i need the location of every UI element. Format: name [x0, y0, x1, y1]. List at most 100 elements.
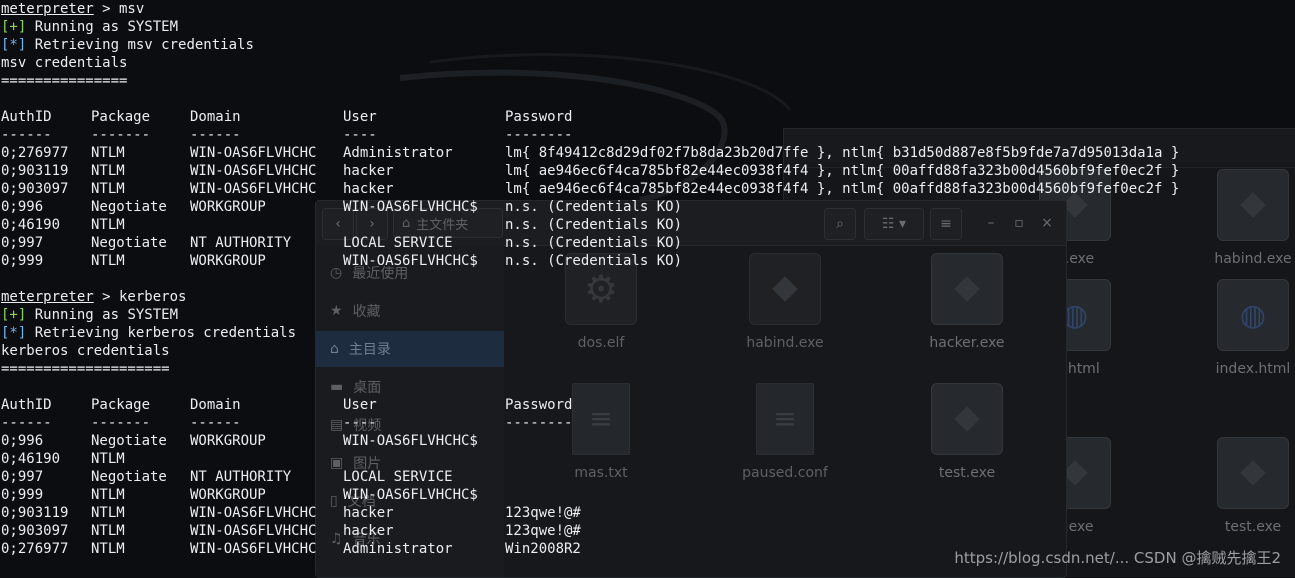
authid-cell: 0;903097 — [1, 181, 69, 197]
menu-button[interactable]: ≡ — [930, 208, 962, 240]
status-text: Retrieving msv credentials — [26, 37, 254, 53]
file-item[interactable]: habind.exe — [730, 253, 840, 351]
terminal-line: msv credentials — [1, 54, 296, 72]
text-file-icon: ≡ — [572, 383, 630, 455]
package-cell: NTLM — [91, 253, 125, 269]
text-file-icon: ≡ — [756, 383, 814, 455]
path-label: 主文件夹 — [416, 217, 469, 233]
package-cell: NTLM — [91, 181, 125, 197]
command-text: > msv — [93, 1, 145, 17]
close-button[interactable]: × — [1032, 208, 1062, 238]
password-cell: lm{ ae946ec6f4ca785bf82e44ec0938f4f4 }, … — [505, 181, 1180, 197]
terminal-line: kerberos credentials — [1, 342, 296, 360]
domain-cell: WORKGROUP — [190, 433, 266, 449]
password-cell: Win2008R2 — [505, 541, 581, 557]
status-tag: [*] — [1, 37, 27, 53]
package-cell: Negotiate — [91, 199, 167, 215]
status-text: Running as SYSTEM — [26, 19, 179, 35]
user-cell: WIN-OAS6FLVHCHC$ — [343, 253, 478, 269]
user-cell: Administrator — [343, 541, 453, 557]
password-cell: n.s. (Credentials KO) — [505, 217, 683, 233]
sidebar-item-icon: ▤ — [330, 417, 344, 433]
hamburger-icon: ≡ — [940, 216, 952, 232]
terminal-line: 0;997 Negotiate NT AUTHORITY LOCAL SERVICE n… — [1, 234, 682, 252]
authid-cell: 0;903119 — [1, 163, 69, 179]
domain-cell: WIN-OAS6FLVHCHC — [190, 523, 317, 539]
sidebar-item-icon: ◷ — [330, 265, 343, 281]
home-icon: ⌂ — [402, 215, 411, 231]
user-cell: hacker — [343, 181, 394, 197]
terminal-line: 0;903119 NTLM WIN-OAS6FLVHCHC hacker 123qwe!… — [1, 504, 581, 522]
user-cell: Administrator — [343, 145, 453, 161]
sidebar-item[interactable]: ⌂ 主目录 — [316, 331, 504, 367]
command-text: > kerberos — [93, 289, 187, 305]
file-item[interactable]: test.exe — [1198, 437, 1295, 535]
user-cell: LOCAL SERVICE — [343, 469, 453, 485]
authid-cell: 0;46190 — [1, 451, 61, 467]
file-item[interactable]: test.exe — [912, 383, 1022, 481]
user-cell: hacker — [343, 163, 394, 179]
terminal-line: ------ ------- ------ ---- -------- — [1, 414, 572, 432]
terminal-line: =============== — [1, 72, 296, 90]
sidebar-item-icon: ⌂ — [330, 341, 339, 357]
file-item[interactable]: ≡ paused.conf — [730, 383, 840, 481]
password-cell: -------- — [505, 415, 573, 431]
authid-cell: 0;276977 — [1, 145, 69, 161]
domain-cell: WIN-OAS6FLVHCHC — [190, 145, 317, 161]
package-cell: Negotiate — [91, 433, 167, 449]
domain-cell: ------ — [190, 415, 241, 431]
sidebar-item-label: 主目录 — [348, 342, 391, 358]
user-cell: ---- — [343, 127, 377, 143]
file-name: test.exe — [938, 465, 996, 481]
package-cell: Negotiate — [91, 235, 167, 251]
file-item[interactable]: habind.exe — [1198, 169, 1295, 267]
terminal-line: 0;276977 NTLM WIN-OAS6FLVHCHC Administrator… — [1, 144, 1179, 162]
terminal-line: 0;999 NTLM WORKGROUP WIN-OAS6FLVHCHC$ — [1, 486, 478, 504]
sidebar-item-label: 桌面 — [353, 380, 382, 396]
file-item[interactable]: hacker.exe — [912, 253, 1022, 351]
exe-icon — [1217, 169, 1289, 241]
password-cell: lm{ ae946ec6f4ca785bf82e44ec0938f4f4 }, … — [505, 163, 1180, 179]
package-cell: ------- — [91, 415, 151, 431]
password-cell: lm{ 8f49412c8d29df02f7b8da23b20d7ffe }, … — [505, 145, 1180, 161]
terminal-line: 0;276977 NTLM WIN-OAS6FLVHCHC Administrator… — [1, 540, 581, 558]
exe-icon — [749, 253, 821, 325]
file-item[interactable]: ◍ index.html — [1198, 279, 1295, 377]
terminal-line: 0;996 Negotiate WORKGROUP WIN-OAS6FLVHCHC$ n… — [1, 198, 682, 216]
authid-cell: 0;999 — [1, 487, 44, 503]
search-button[interactable]: ⌕ — [824, 208, 856, 240]
terminal-output[interactable]: meterpreter > msv [+] Running as SYSTEM [*… — [1, 0, 1179, 558]
exe-icon — [931, 383, 1003, 455]
authid-cell: 0;903097 — [1, 523, 69, 539]
password-cell: 123qwe!@# — [505, 505, 581, 521]
user-cell: User — [343, 109, 377, 125]
terminal-line: [*] Retrieving msv credentials — [1, 36, 296, 54]
user-cell: User — [343, 397, 377, 413]
password-cell: n.s. (Credentials KO) — [505, 235, 683, 251]
view-toggle-button[interactable]: ☷ ▾ — [864, 208, 924, 240]
domain-cell: WORKGROUP — [190, 487, 266, 503]
status-tag: [+] — [1, 307, 27, 323]
domain-cell: ------ — [190, 127, 241, 143]
maximize-button[interactable]: ▫ — [1004, 208, 1034, 238]
package-cell: Negotiate — [91, 469, 167, 485]
terminal-line: 0;903097 NTLM WIN-OAS6FLVHCHC hacker 123qwe!… — [1, 522, 581, 540]
password-cell: 123qwe!@# — [505, 523, 581, 539]
file-name: habind.exe — [1214, 251, 1292, 267]
package-cell: NTLM — [91, 487, 125, 503]
user-cell: LOCAL SERVICE — [343, 235, 453, 251]
authid-cell: 0;46190 — [1, 217, 61, 233]
search-icon: ⌕ — [836, 216, 844, 232]
status-tag: [+] — [1, 19, 27, 35]
minimize-button[interactable]: – — [976, 208, 1006, 238]
sidebar-item[interactable]: ★ 收藏 — [316, 293, 504, 329]
domain-cell: WIN-OAS6FLVHCHC — [190, 181, 317, 197]
package-cell: NTLM — [91, 523, 125, 539]
package-cell: NTLM — [91, 505, 125, 521]
status-tag: [*] — [1, 325, 27, 341]
output-text: =============== — [1, 73, 128, 89]
authid-cell: 0;996 — [1, 433, 44, 449]
